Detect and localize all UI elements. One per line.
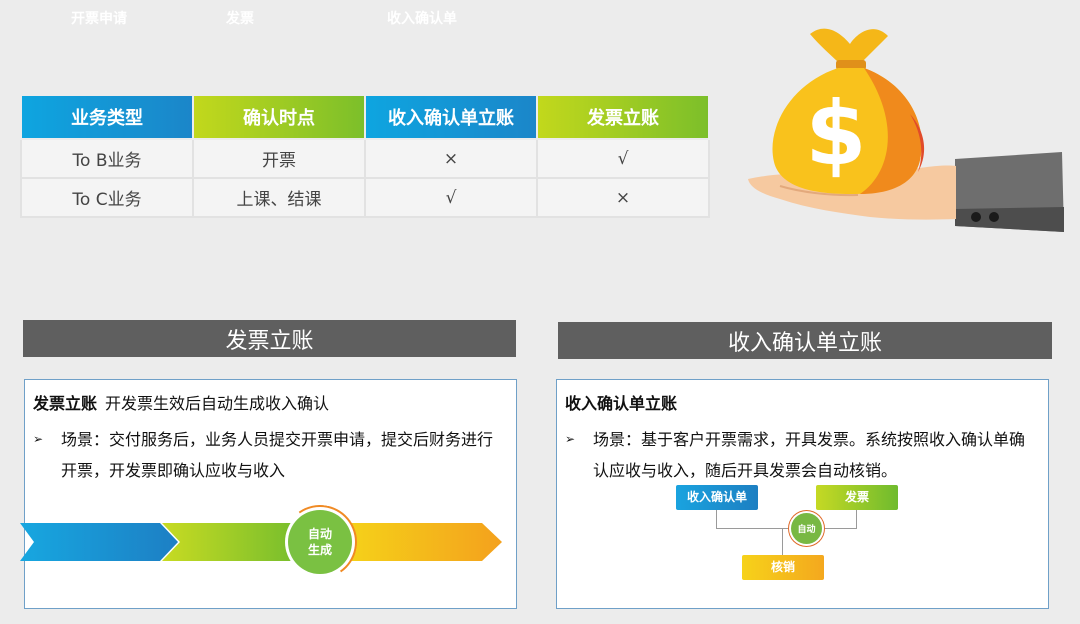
invoice-scenario-text: 场景：交付服务后，业务人员提交开票申请，提交后财务进行开票，开发票即确认应收与收… bbox=[61, 430, 494, 480]
diagram-box-writeoff: 核销 bbox=[742, 555, 824, 580]
flow-arrow-receipt bbox=[340, 523, 502, 561]
header-confirm-time: 确认时点 bbox=[192, 94, 366, 140]
money-bag-hand-illustration: $ bbox=[748, 28, 1064, 232]
table-cell: To B业务 bbox=[20, 138, 194, 179]
money-bag-icon: $ bbox=[772, 28, 925, 194]
sleeve-icon bbox=[955, 152, 1064, 232]
invoice-scenario: ➢ 场景：交付服务后，业务人员提交开票申请，提交后财务进行开票，开发票即确认应收… bbox=[33, 424, 493, 486]
arrow-bullet-icon: ➢ bbox=[565, 432, 576, 446]
diagram-auto-circle: 自动 bbox=[791, 513, 822, 544]
table-cell: √ bbox=[536, 138, 710, 179]
auto-line-1: 自动 bbox=[307, 527, 332, 541]
flow-arrow-apply bbox=[20, 523, 178, 561]
receipt-scenario-text: 场景：基于客户开票需求，开具发票。系统按照收入确认单确认应收与收入，随后开具发票… bbox=[593, 430, 1026, 480]
table-cell: 上课、结课 bbox=[192, 177, 366, 218]
table-cell: × bbox=[536, 177, 710, 218]
flow-step-receipt: 收入确认单 bbox=[387, 11, 457, 27]
table-header-row: 业务类型 确认时点 收入确认单立账 发票立账 bbox=[20, 94, 710, 140]
invoice-panel: 发票立账 开发票生效后自动生成收入确认 ➢ 场景：交付服务后，业务人员提交开票申请… bbox=[24, 379, 517, 609]
receipt-title-bold: 收入确认单立账 bbox=[565, 394, 678, 413]
auto-generate-circle: 自动 生成 bbox=[288, 510, 352, 574]
invoice-title-bold: 发票立账 bbox=[33, 394, 98, 413]
receipt-scenario: ➢ 场景：基于客户开票需求，开具发票。系统按照收入确认单确认应收与收入，随后开具… bbox=[565, 424, 1035, 486]
table-cell: To C业务 bbox=[20, 177, 194, 218]
header-invoice: 发票立账 bbox=[536, 94, 710, 140]
diagram-box-invoice: 发票 bbox=[816, 485, 898, 510]
table-cell: 开票 bbox=[192, 138, 366, 179]
comparison-table: 业务类型 确认时点 收入确认单立账 发票立账 To B业务 开票 × √ To … bbox=[20, 94, 710, 218]
invoice-panel-title: 发票立账 开发票生效后自动生成收入确认 bbox=[33, 393, 329, 415]
connector-line bbox=[782, 528, 783, 555]
table-cell: × bbox=[364, 138, 538, 179]
table-cell: √ bbox=[364, 177, 538, 218]
receipt-section-header: 收入确认单立账 bbox=[558, 322, 1052, 359]
auto-line-2: 生成 bbox=[307, 543, 332, 557]
invoice-title-text: 开发票生效后自动生成收入确认 bbox=[105, 394, 330, 413]
connector-line bbox=[716, 510, 717, 528]
table-row: To C业务 上课、结课 √ × bbox=[20, 177, 710, 218]
header-revenue-receipt: 收入确认单立账 bbox=[364, 94, 538, 140]
receipt-panel-title: 收入确认单立账 bbox=[565, 393, 685, 415]
invoice-section-header: 发票立账 bbox=[23, 320, 516, 357]
dollar-sign: $ bbox=[805, 82, 866, 185]
diagram-box-receipt: 收入确认单 bbox=[676, 485, 758, 510]
header-business-type: 业务类型 bbox=[20, 94, 194, 140]
table-row: To B业务 开票 × √ bbox=[20, 138, 710, 179]
flow-step-apply: 开票申请 bbox=[71, 11, 127, 27]
connector-line bbox=[716, 528, 857, 529]
connector-line bbox=[856, 510, 857, 528]
invoice-flow-diagram bbox=[20, 523, 502, 561]
arrow-bullet-icon: ➢ bbox=[33, 432, 44, 446]
flow-step-invoice: 发票 bbox=[226, 11, 254, 27]
